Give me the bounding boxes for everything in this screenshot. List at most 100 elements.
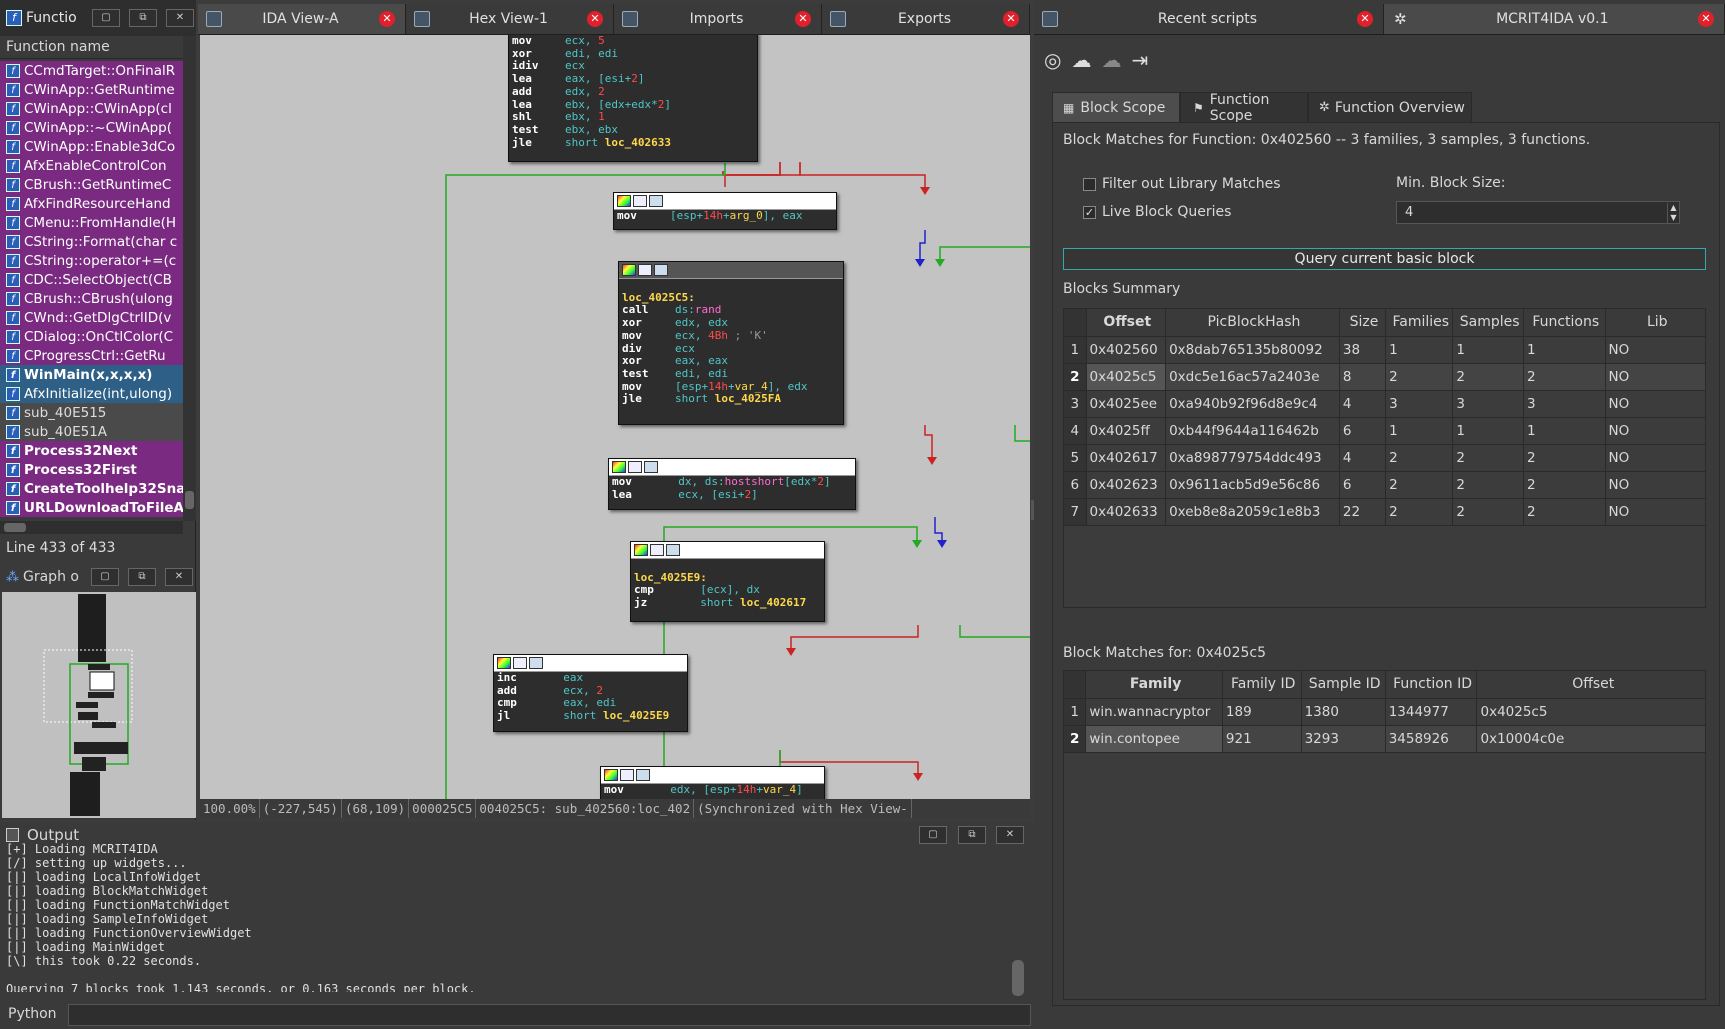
code-block-5[interactable]: loc_4025E9: cmp [ecx], dx jz short loc_40… — [630, 541, 825, 622]
code-block-2[interactable]: mov [esp+14h+arg_0], eax — [613, 192, 837, 230]
table-cell[interactable]: NO — [1605, 444, 1705, 472]
asm-line[interactable]: jle short loc_402633 — [509, 136, 757, 150]
table-cell[interactable]: 0x10004c0e — [1476, 725, 1705, 753]
restore-button[interactable]: ⧉ — [129, 9, 157, 27]
table-cell[interactable]: 1 — [1452, 417, 1524, 445]
code-block-1[interactable]: mov ecx, 5 xor edi, edi idiv ecx lea eax, [… — [508, 35, 758, 162]
function-list-item[interactable]: f CBrush::GetRuntimeC — [0, 175, 183, 194]
blocks-summary-table[interactable]: Offset PicBlockHash Size Families Samples Fun… — [1063, 308, 1706, 608]
table-row[interactable]: 1 0x402560 0x8dab765135b80092 38 1 1 1 NO — [1064, 336, 1705, 364]
function-list-item[interactable]: f AfxEnableControlCon — [0, 156, 183, 175]
restore-button[interactable]: ⧉ — [128, 568, 156, 586]
table-cell[interactable]: 1380 — [1301, 698, 1386, 726]
code-block-7[interactable]: mov edx, [esp+14h+var_4] — [600, 766, 825, 799]
table-cell[interactable]: 4 — [1339, 390, 1387, 418]
column-header[interactable]: Lib — [1605, 309, 1705, 337]
table-cell[interactable]: 0x4025c5 — [1476, 698, 1705, 726]
column-header[interactable]: Function ID — [1385, 671, 1478, 699]
table-cell[interactable]: 189 — [1222, 698, 1302, 726]
cloud-sync-icon[interactable]: ☁ — [1101, 48, 1121, 76]
scrollbar-thumb[interactable] — [185, 491, 194, 509]
code-block-3[interactable]: loc_4025C5: call ds:rand xor edx, edx mov … — [618, 261, 844, 425]
export-icon[interactable]: ⇥ — [1131, 48, 1148, 76]
table-row[interactable]: 6 0x402623 0x9611acb5d9e56c86 6 2 2 2 NO — [1064, 471, 1705, 499]
column-header[interactable]: Family ID — [1222, 671, 1302, 699]
table-row[interactable]: 2 win.contopee 921 3293 3458926 0x10004c0e — [1064, 725, 1705, 753]
function-list-item[interactable]: f WinMain(x,x,x,x) — [0, 365, 183, 384]
function-list-item[interactable]: f AfxFindResourceHand — [0, 194, 183, 213]
tab-function-scope[interactable]: ⚑ Function Scope — [1180, 92, 1308, 124]
function-list-item[interactable]: f CreateToolhelp32Sna — [0, 479, 183, 498]
function-list-item[interactable]: f CDC::SelectObject(CB — [0, 270, 183, 289]
table-cell[interactable]: 2 — [1523, 498, 1606, 526]
table-cell[interactable]: 2 — [1385, 363, 1454, 391]
close-tab-icon[interactable]: ✕ — [1698, 11, 1714, 27]
tab-ida-view-a[interactable]: IDA View-A ✕ — [198, 4, 406, 34]
close-button[interactable]: ✕ — [166, 9, 194, 27]
splitter-handle[interactable] — [1031, 500, 1034, 520]
tab-exports[interactable]: Exports ✕ — [822, 4, 1030, 34]
table-cell[interactable]: 0x8dab765135b80092 — [1165, 336, 1340, 364]
table-cell[interactable]: 0xa940b92f96d8e9c4 — [1165, 390, 1340, 418]
function-list-item[interactable]: f CCmdTarget::OnFinalR — [0, 61, 183, 80]
table-cell[interactable]: 22 — [1339, 498, 1387, 526]
table-cell[interactable]: win.contopee — [1085, 725, 1223, 753]
table-cell[interactable]: 3 — [1523, 390, 1606, 418]
close-tab-icon[interactable]: ✕ — [1357, 11, 1373, 27]
function-list-item[interactable]: f CProgressCtrl::GetRu — [0, 346, 183, 365]
table-cell[interactable]: NO — [1605, 417, 1705, 445]
table-cell[interactable]: 0x4025ee — [1086, 390, 1167, 418]
block-matches-table[interactable]: Family Family ID Sample ID Function ID Offse… — [1063, 670, 1706, 1000]
graph-overview-canvas[interactable] — [2, 592, 196, 818]
table-cell[interactable]: 0x4025c5 — [1086, 363, 1167, 391]
table-cell[interactable]: 2 — [1523, 363, 1606, 391]
table-row[interactable]: 7 0x402633 0xeb8e8a2059c1e8b3 22 2 2 2 NO — [1064, 498, 1705, 526]
float-button[interactable]: ▢ — [91, 568, 119, 586]
table-cell[interactable]: NO — [1605, 390, 1705, 418]
column-header[interactable]: Size — [1339, 309, 1387, 337]
table-cell[interactable]: 1 — [1523, 417, 1606, 445]
table-cell[interactable]: 3293 — [1301, 725, 1386, 753]
table-cell[interactable]: 0x402560 — [1086, 336, 1167, 364]
tab-recent-scripts[interactable]: Recent scripts ✕ — [1034, 4, 1384, 34]
asm-line[interactable]: lea ecx, [esi+2] — [609, 488, 855, 502]
graph-view[interactable]: mov ecx, 5 xor edi, edi idiv ecx lea eax, [… — [200, 35, 1030, 799]
function-list-item[interactable]: f CMenu::FromHandle(H — [0, 213, 183, 232]
function-name-header[interactable]: Function name — [0, 36, 183, 59]
table-cell[interactable]: 8 — [1339, 363, 1387, 391]
live-block-queries-checkbox[interactable]: ✓ Live Block Queries — [1083, 204, 1231, 220]
function-list-item[interactable]: f URLDownloadToFileA — [0, 498, 183, 517]
table-cell[interactable]: NO — [1605, 471, 1705, 499]
asm-line[interactable]: jz short loc_402617 — [631, 596, 824, 610]
table-cell[interactable]: 2 — [1385, 498, 1454, 526]
output-scrollbar[interactable] — [1012, 960, 1024, 996]
close-tab-icon[interactable]: ✕ — [795, 11, 811, 27]
table-cell[interactable]: NO — [1605, 363, 1705, 391]
function-list-item[interactable]: f CBrush::CBrush(ulong — [0, 289, 183, 308]
column-header[interactable]: PicBlockHash — [1165, 309, 1340, 337]
output-log[interactable]: [+] Loading MCRIT4IDA [/] setting up widg… — [6, 842, 1006, 992]
function-list-item[interactable]: f Process32Next — [0, 441, 183, 460]
close-button[interactable]: ✕ — [165, 568, 193, 586]
table-cell[interactable]: 6 — [1339, 417, 1387, 445]
tab-hex-view[interactable]: Hex View-1 ✕ — [406, 4, 614, 34]
float-button[interactable]: ▢ — [92, 9, 120, 27]
table-cell[interactable]: 0x4025ff — [1086, 417, 1167, 445]
function-list-item[interactable]: f AfxInitialize(int,ulong) — [0, 384, 183, 403]
table-cell[interactable]: 2 — [1452, 444, 1524, 472]
tab-imports[interactable]: Imports ✕ — [614, 4, 822, 34]
function-list-item[interactable]: f CDialog::OnCtlColor(C — [0, 327, 183, 346]
tab-block-scope[interactable]: ▦ Block Scope — [1052, 92, 1180, 123]
asm-line[interactable]: mov edx, [esp+14h+var_4] — [601, 783, 824, 797]
function-list-item[interactable]: f CWinApp::CWinApp(cl — [0, 99, 183, 118]
column-header[interactable]: Offset — [1476, 671, 1705, 699]
checkbox-unchecked[interactable] — [1083, 177, 1096, 191]
table-cell[interactable]: 2 — [1452, 363, 1524, 391]
table-cell[interactable]: 3 — [1452, 390, 1524, 418]
table-cell[interactable]: 2 — [1452, 471, 1524, 499]
table-cell[interactable]: 2 — [1523, 444, 1606, 472]
table-cell[interactable]: 1344977 — [1385, 698, 1478, 726]
table-row[interactable]: 5 0x402617 0xa898779754ddc493 4 2 2 2 NO — [1064, 444, 1705, 472]
column-header[interactable]: Family — [1085, 671, 1223, 699]
column-header[interactable]: Offset — [1086, 309, 1167, 337]
